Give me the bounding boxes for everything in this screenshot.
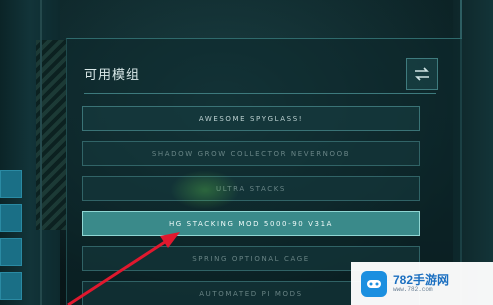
mod-item-label: SHADOW GROW COLLECTOR NEVERNOOB [151,149,351,158]
swap-arrows-icon [415,67,429,81]
mod-item[interactable]: SHADOW GROW COLLECTOR NEVERNOOB [82,141,420,166]
watermark-url: www.782.com [393,285,433,293]
mod-item-label: ULTRA STACKS [216,184,286,193]
left-tile[interactable] [0,204,22,232]
swap-arrows-button[interactable] [406,58,438,90]
left-tile-column [0,170,22,305]
watermark-brand: 782手游网 [393,273,450,288]
panel-title: 可用模组 [84,68,141,83]
site-watermark: 782手游网 www.782.com [351,262,493,305]
left-tile[interactable] [0,170,22,198]
watermark-logo [361,270,387,297]
mod-item-label: SPRING OPTIONAL CAGE [192,254,310,263]
mod-item-label: AUTOMATED PI MODS [199,289,303,298]
mod-item[interactable]: ULTRA STACKS [82,176,420,201]
left-tile[interactable] [0,272,22,300]
mod-item-selected[interactable]: HG STACKING MOD 5000-90 V31A [82,211,420,236]
frame-divider [40,0,42,305]
game-screen: 可用模组 AWESOME SPYGLASS! SHADOW GROW COLLE… [0,0,493,305]
game-controller-icon [367,279,381,288]
title-divider [84,93,436,94]
left-tile[interactable] [0,238,22,266]
mod-item[interactable]: AWESOME SPYGLASS! [82,106,420,131]
mod-item-label: HG STACKING MOD 5000-90 V31A [168,219,334,228]
mod-item-label: AWESOME SPYGLASS! [198,114,304,123]
